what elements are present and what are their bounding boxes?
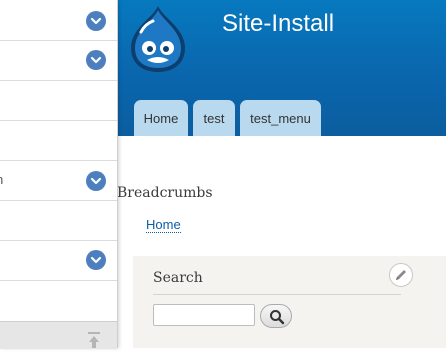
chevron-down-icon[interactable]	[86, 11, 106, 31]
divider	[153, 294, 401, 295]
tab-home[interactable]: Home	[134, 100, 188, 136]
tray-item-1[interactable]	[0, 0, 117, 41]
pencil-icon[interactable]	[389, 263, 413, 287]
tray-item-2[interactable]	[0, 41, 117, 81]
tab-label: test	[203, 110, 225, 126]
drupal-logo-icon[interactable]	[127, 4, 189, 79]
tray-item-7[interactable]	[0, 241, 117, 281]
tray-item-5[interactable]: n	[0, 161, 117, 201]
arrow-up-icon[interactable]	[87, 332, 101, 353]
tab-test-menu[interactable]: test_menu	[240, 100, 321, 136]
breadcrumbs-heading: Breadcrumbs	[117, 185, 213, 201]
chevron-down-icon[interactable]	[86, 50, 106, 70]
chevron-down-icon[interactable]	[86, 171, 106, 191]
site-header: Site-Install Home test test_menu	[117, 0, 446, 136]
site-name[interactable]: Site-Install	[222, 10, 334, 38]
tray-item-3[interactable]	[0, 81, 117, 121]
breadcrumb-home-link[interactable]: Home	[146, 218, 181, 233]
search-block: Search	[133, 256, 446, 348]
tray-item-8[interactable]	[0, 281, 117, 320]
tray-item-label: n	[0, 172, 3, 187]
search-block-title: Search	[153, 270, 203, 286]
toolbar-tray: n	[0, 0, 118, 349]
tab-label: test_menu	[250, 110, 311, 126]
tray-footer	[0, 321, 117, 349]
tray-item-6[interactable]	[0, 201, 117, 241]
magnifier-icon	[270, 310, 285, 325]
tab-test[interactable]: test	[193, 100, 235, 136]
tab-label: Home	[143, 110, 179, 126]
chevron-down-icon[interactable]	[86, 250, 106, 270]
search-button[interactable]	[260, 304, 292, 328]
tray-item-4[interactable]	[0, 121, 117, 161]
search-input[interactable]	[153, 304, 255, 326]
